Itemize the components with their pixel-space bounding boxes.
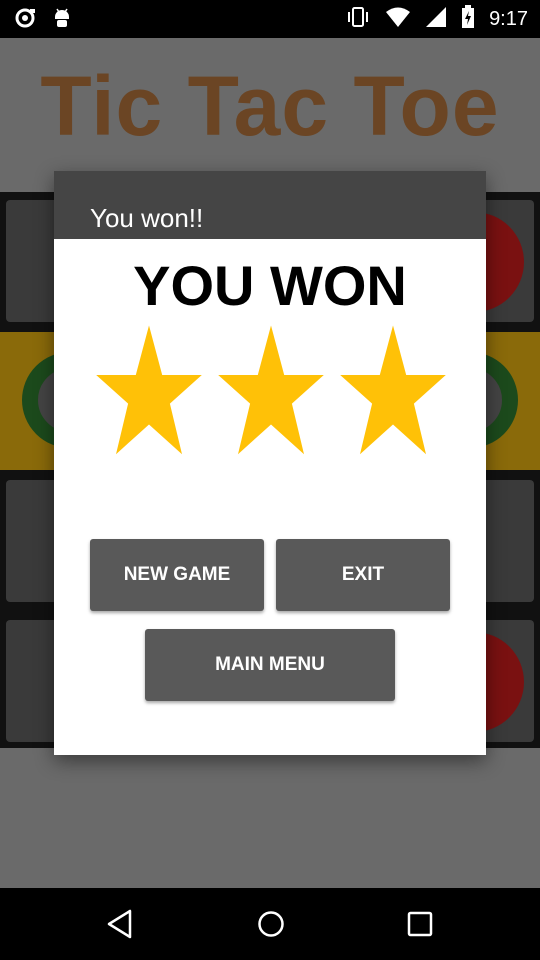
main-menu-button[interactable]: MAIN MENU (145, 629, 395, 701)
star-rating (94, 319, 454, 469)
recents-icon[interactable] (406, 908, 434, 945)
dialog-header: You won!! (54, 171, 486, 239)
wifi-icon (385, 6, 411, 33)
battery-charging-icon (461, 5, 475, 34)
dialog-title: You won!! (90, 203, 204, 233)
signal-icon (425, 6, 447, 33)
status-time: 9:17 (489, 8, 528, 30)
home-icon[interactable] (256, 908, 286, 945)
navigation-bar (0, 888, 540, 960)
win-headline: YOU WON (133, 254, 407, 317)
exit-button[interactable]: EXIT (276, 539, 450, 611)
vibrate-icon (345, 6, 371, 33)
android-debug-icon (52, 7, 72, 34)
star-icon (96, 325, 202, 455)
star-icon (340, 325, 446, 455)
spinner-notification-icon (14, 7, 36, 34)
new-game-button[interactable]: NEW GAME (90, 539, 264, 611)
star-icon (218, 325, 324, 455)
back-icon[interactable] (106, 908, 134, 945)
status-bar: 9:17 (0, 0, 540, 38)
app-title: Tic Tac Toe (40, 59, 500, 153)
win-dialog: You won!! YOU WON NEW GAME EXIT MAIN MEN… (54, 171, 486, 755)
